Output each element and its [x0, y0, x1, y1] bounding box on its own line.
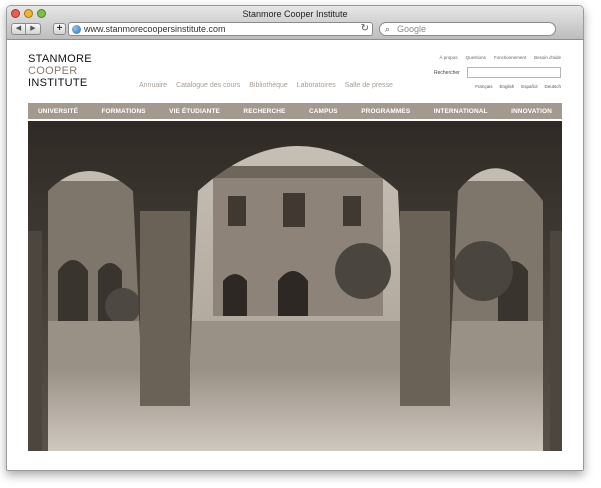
globe-icon	[72, 25, 81, 34]
main-nav-vie-etudiante[interactable]: VIE ÉTUDIANTE	[169, 108, 220, 115]
utility-links: À propos Questions Fonctionnement Besoin…	[440, 55, 561, 60]
back-button[interactable]: ◀	[11, 23, 26, 35]
main-nav-recherche[interactable]: RECHERCHE	[243, 108, 285, 115]
logo-line-1: STANMORE	[28, 53, 92, 65]
search-icon: ⌕	[385, 24, 391, 34]
site-search-input[interactable]	[467, 67, 561, 78]
site-search-label: Rechercher	[434, 70, 460, 76]
forward-button[interactable]: ▶	[26, 23, 41, 35]
nav-link-bibliotheque[interactable]: Bibliothèque	[249, 82, 288, 89]
address-bar[interactable]: www.stanmorecoopersinstitute.com ↻	[68, 22, 373, 36]
main-nav-international[interactable]: INTERNATIONAL	[434, 108, 488, 115]
window-title: Stanmore Cooper Institute	[242, 9, 348, 19]
main-nav-universite[interactable]: UNIVERSITÉ	[38, 108, 78, 115]
lang-deutsch[interactable]: Deutsch	[544, 84, 561, 89]
main-nav-innovation[interactable]: INNOVATION	[511, 108, 552, 115]
add-bookmark-button[interactable]: +	[53, 23, 66, 35]
site-logo[interactable]: STANMORE COOPER INSTITUTE	[28, 53, 92, 89]
search-placeholder[interactable]: Google	[397, 24, 426, 34]
nav-link-presse[interactable]: Salle de presse	[345, 82, 393, 89]
utility-link-fonctionnement[interactable]: Fonctionnement	[494, 55, 526, 60]
main-nav-bar: UNIVERSITÉ FORMATIONS VIE ÉTUDIANTE RECH…	[28, 103, 562, 119]
browser-window: Stanmore Cooper Institute ◀ ▶ + www.stan…	[6, 5, 584, 471]
main-nav-formations[interactable]: FORMATIONS	[101, 108, 145, 115]
url-text[interactable]: www.stanmorecoopersinstitute.com	[84, 24, 226, 34]
lang-francais[interactable]: Français	[475, 84, 492, 89]
utility-link-aide[interactable]: Besoin d'aide	[534, 55, 561, 60]
hero-image	[28, 121, 562, 451]
language-switcher: Français English Español Deutsch	[475, 84, 561, 89]
nav-link-laboratoires[interactable]: Laboratoires	[297, 82, 336, 89]
browser-toolbar: Stanmore Cooper Institute ◀ ▶ + www.stan…	[7, 6, 583, 40]
web-page: STANMORE COOPER INSTITUTE À propos Quest…	[7, 41, 583, 470]
logo-line-2: COOPER	[28, 65, 78, 77]
main-nav-campus[interactable]: CAMPUS	[309, 108, 338, 115]
reload-icon[interactable]: ↻	[361, 23, 369, 34]
browser-search-field[interactable]: ⌕ Google	[379, 22, 556, 36]
utility-link-questions[interactable]: Questions	[466, 55, 486, 60]
history-buttons: ◀ ▶	[11, 23, 41, 35]
logo-line-3: INSTITUTE	[28, 77, 88, 89]
cloister-photo	[28, 121, 562, 451]
utility-link-apropos[interactable]: À propos	[440, 55, 458, 60]
lang-english[interactable]: English	[499, 84, 514, 89]
secondary-nav: Annuaire Catalogue des cours Bibliothèqu…	[139, 82, 393, 89]
nav-link-annuaire[interactable]: Annuaire	[139, 82, 167, 89]
main-nav-programmes[interactable]: PROGRAMMES	[361, 108, 410, 115]
lang-espanol[interactable]: Español	[521, 84, 537, 89]
nav-link-catalogue[interactable]: Catalogue des cours	[176, 82, 240, 89]
